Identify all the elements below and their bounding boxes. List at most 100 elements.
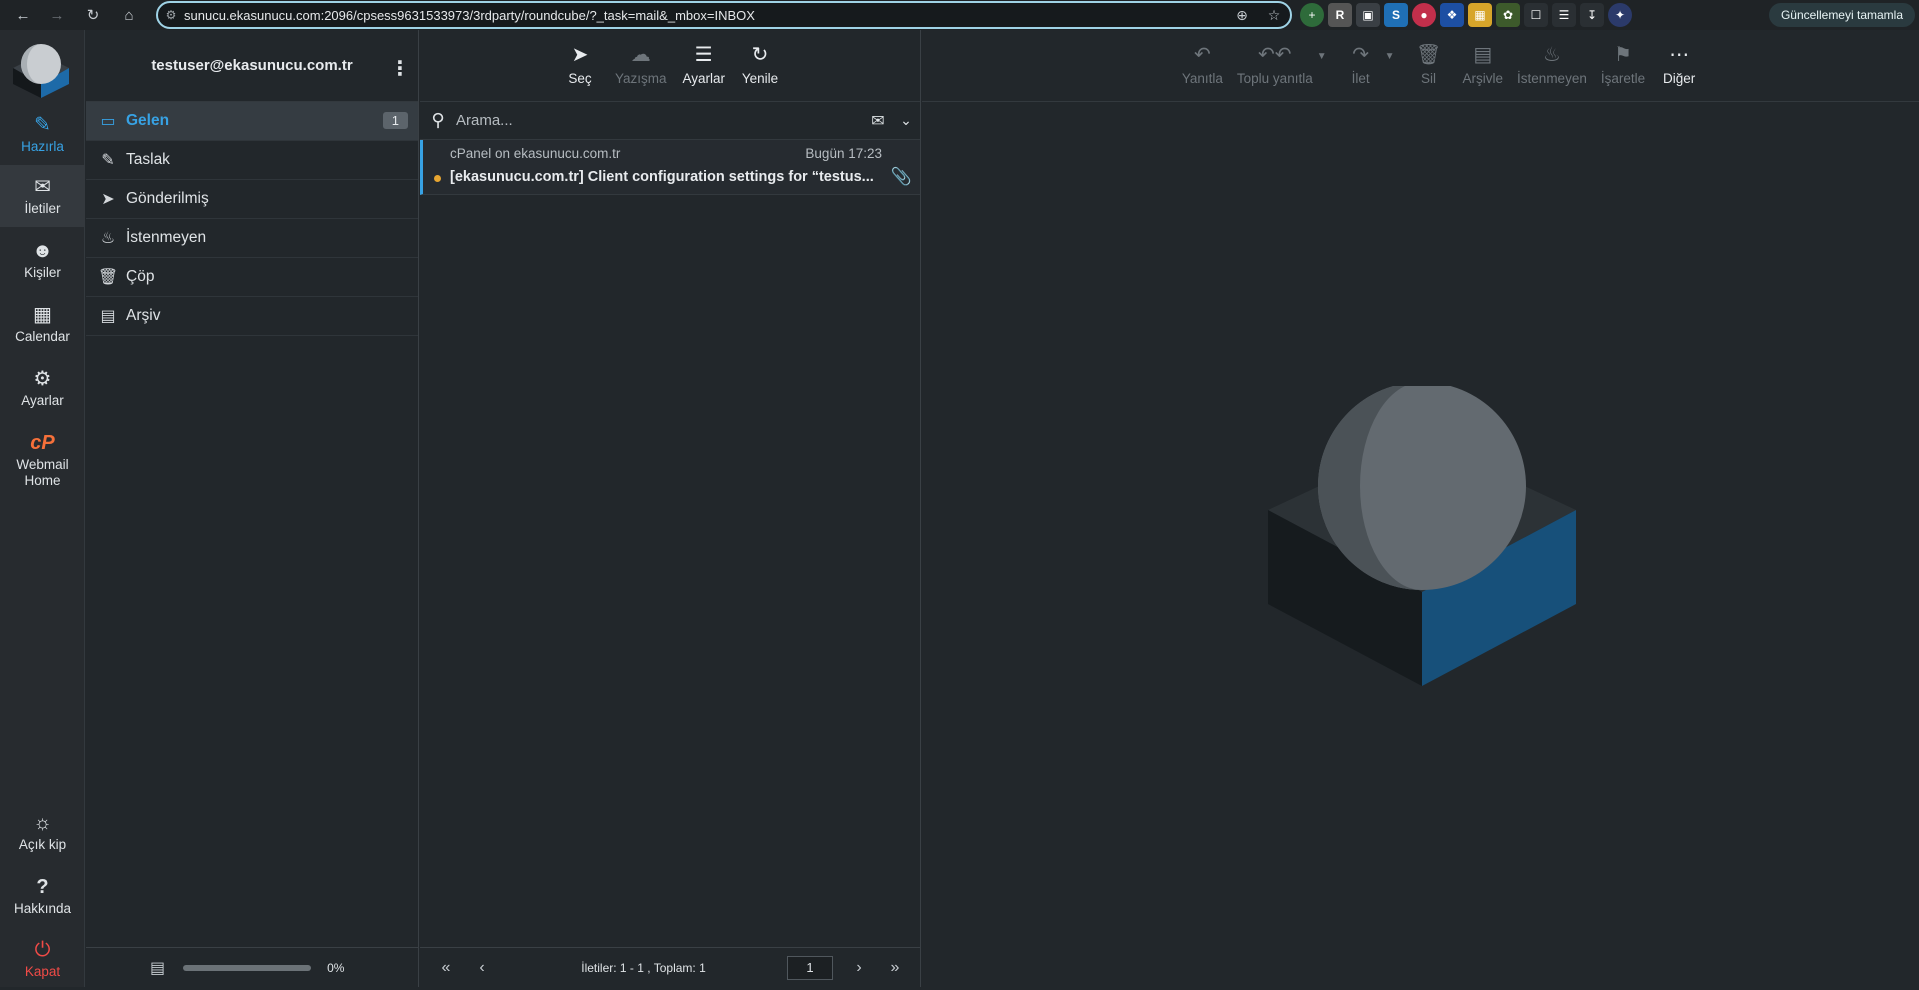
next-page-icon[interactable]: › — [841, 959, 877, 977]
folder-label: Arşiv — [126, 307, 161, 324]
list-toolbar: ➤ Seç ☁ Yazışma ☰ Ayarlar ↻ Yenile — [420, 30, 920, 102]
mail-label: İletiler — [24, 200, 61, 216]
extension-s-icon[interactable]: S — [1384, 3, 1408, 27]
webmail-home-label: Webmail Home — [16, 457, 69, 488]
extension-leaf-icon[interactable]: ✿ — [1496, 3, 1520, 27]
folder-archive[interactable]: ▤ Arşiv — [86, 297, 418, 336]
last-page-icon[interactable]: » — [877, 959, 913, 977]
refresh-button[interactable]: ↻ Yenile — [741, 45, 779, 86]
reload-icon[interactable]: ↻ — [78, 0, 108, 30]
calendar-button[interactable]: ▦ Calendar — [0, 293, 85, 355]
site-info-icon[interactable]: ⚙ — [158, 8, 184, 22]
extensions-puzzle-icon[interactable]: ☐ — [1524, 3, 1548, 27]
download-icon[interactable]: ↧ — [1580, 3, 1604, 27]
compose-icon: ✎ — [34, 113, 51, 136]
extension-plus-icon[interactable]: + — [1300, 3, 1324, 27]
mail-button[interactable]: ✉ İletiler — [0, 165, 85, 227]
search-input[interactable] — [456, 112, 864, 129]
profile-avatar-icon[interactable]: ✦ — [1608, 3, 1632, 27]
extension-r-icon[interactable]: R — [1328, 3, 1352, 27]
folder-trash[interactable]: 🗑 Çöp — [86, 258, 418, 297]
extension-puzzle-blue-icon[interactable]: ❖ — [1440, 3, 1464, 27]
hard-drive-icon: ▤ — [150, 959, 166, 977]
zoom-icon[interactable]: ⊕ — [1226, 7, 1258, 24]
quota-bar — [183, 964, 312, 971]
reply-all-button[interactable]: ↶↶ Toplu yanıtla — [1237, 45, 1313, 86]
list-options-button[interactable]: ☰ Ayarlar — [682, 45, 725, 86]
address-bar[interactable]: ⚙ sunucu.ekasunucu.com:2096/cpsess963153… — [156, 1, 1292, 29]
paperclip-icon: 📎 — [890, 167, 912, 186]
first-page-icon[interactable]: « — [428, 959, 464, 977]
spam-button[interactable]: ♨ İstenmeyen — [1517, 45, 1587, 86]
compose-button[interactable]: ✎ Hazırla — [0, 103, 85, 165]
bookmark-star-icon[interactable]: ☆ — [1258, 7, 1290, 24]
extension-drop-icon[interactable]: ● — [1412, 3, 1436, 27]
mark-label: İşaretle — [1600, 71, 1646, 86]
forward-button[interactable]: ↷ İlet — [1341, 45, 1381, 86]
more-button[interactable]: ⋯ Diğer — [1659, 45, 1699, 86]
tag-icon: ⚑ — [1614, 44, 1632, 66]
trash-icon: 🗑 — [97, 269, 119, 286]
home-icon[interactable]: ⌂ — [114, 0, 144, 30]
forward-icon[interactable]: → — [42, 0, 72, 30]
mark-button[interactable]: ⚑ İşaretle — [1601, 45, 1645, 86]
reading-list-icon[interactable]: ☰ — [1552, 3, 1576, 27]
folder-inbox[interactable]: ▭ Gelen 1 — [86, 102, 418, 141]
unread-dot-icon[interactable] — [434, 175, 441, 182]
archive-button[interactable]: ▤ Arşivle — [1463, 45, 1504, 86]
reply-label: Yanıtla — [1181, 71, 1223, 86]
envelope-filter-icon[interactable]: ✉ — [864, 111, 892, 131]
contacts-button[interactable]: ☻ Kişiler — [0, 229, 85, 291]
webmail-home-button[interactable]: cP Webmail Home — [0, 422, 85, 500]
message-date: Bugün 17:23 — [805, 146, 882, 161]
extension-grid-icon[interactable]: ▦ — [1468, 3, 1492, 27]
browser-toolbar: ← → ↻ ⌂ ⚙ sunucu.ekasunucu.com:2096/cpse… — [0, 0, 1919, 30]
mode-toggle-button[interactable]: ☼ Açık kip — [0, 801, 85, 863]
message-row[interactable]: cPanel on ekasunucu.com.tr Bugün 17:23 [… — [420, 140, 920, 195]
reply-button[interactable]: ↶ Yanıtla — [1182, 45, 1223, 86]
message-from: cPanel on ekasunucu.com.tr — [450, 146, 621, 161]
inbox-icon: ▭ — [100, 113, 116, 130]
update-button[interactable]: Güncellemeyi tamamla — [1768, 3, 1915, 27]
trash-icon: 🗑 — [1415, 44, 1442, 66]
threads-button[interactable]: ☁ Yazışma — [615, 45, 667, 86]
about-label: Hakkında — [13, 900, 72, 916]
folder-junk[interactable]: ♨ İstenmeyen — [86, 219, 418, 258]
page-number-input[interactable] — [787, 955, 833, 980]
message-content-panel: ↶ Yanıtla ↶↶ Toplu yanıtla ▼ ↷ İlet ▼ 🗑 … — [922, 30, 1919, 987]
contacts-label: Kişiler — [24, 264, 61, 280]
kebab-menu-icon[interactable]: ⋮ — [390, 56, 410, 81]
archive-icon: ▤ — [100, 308, 116, 325]
forward-dropdown-icon[interactable]: ▼ — [1385, 51, 1395, 62]
reply-all-dropdown-icon[interactable]: ▼ — [1317, 51, 1327, 62]
account-email: testuser@ekasunucu.com.tr — [151, 57, 353, 74]
calendar-label: Calendar — [15, 328, 70, 344]
logout-button[interactable]: ⏻ Kapat — [0, 928, 85, 990]
message-count: İletiler: 1 - 1 , Toplam: 1 — [581, 960, 706, 975]
folder-label: Gönderilmiş — [126, 190, 209, 207]
roundcube-watermark-icon — [1268, 386, 1576, 686]
paper-plane-icon: ➤ — [101, 191, 115, 208]
reply-all-label: Toplu yanıtla — [1236, 71, 1313, 86]
select-button[interactable]: ➤ Seç — [561, 45, 599, 86]
delete-button[interactable]: 🗑 Sil — [1409, 45, 1449, 86]
settings-label: Ayarlar — [21, 392, 64, 408]
about-button[interactable]: ? Hakkında — [0, 865, 85, 927]
settings-button[interactable]: ⚙ Ayarlar — [0, 357, 85, 419]
quota-display: ▤ 0% — [86, 947, 419, 987]
message-subject: [ekasunucu.com.tr] Client configuration … — [450, 169, 874, 185]
previous-page-icon[interactable]: ‹ — [464, 959, 500, 977]
refresh-label: Yenile — [741, 71, 779, 86]
forward-icon: ↷ — [1352, 44, 1369, 66]
logout-label: Kapat — [24, 963, 61, 979]
extension-image-icon[interactable]: ▣ — [1356, 3, 1380, 27]
delete-label: Sil — [1421, 71, 1437, 86]
url-text[interactable]: sunucu.ekasunucu.com:2096/cpsess96315339… — [184, 8, 1226, 23]
fire-icon: ♨ — [100, 230, 116, 247]
more-label: Diğer — [1662, 71, 1696, 86]
chevron-down-icon[interactable]: ⌄ — [892, 112, 920, 129]
back-icon[interactable]: ← — [8, 0, 38, 30]
folder-drafts[interactable]: ✎ Taslak — [86, 141, 418, 180]
message-toolbar: ↶ Yanıtla ↶↶ Toplu yanıtla ▼ ↷ İlet ▼ 🗑 … — [922, 30, 1919, 102]
folder-sent[interactable]: ➤ Gönderilmiş — [86, 180, 418, 219]
